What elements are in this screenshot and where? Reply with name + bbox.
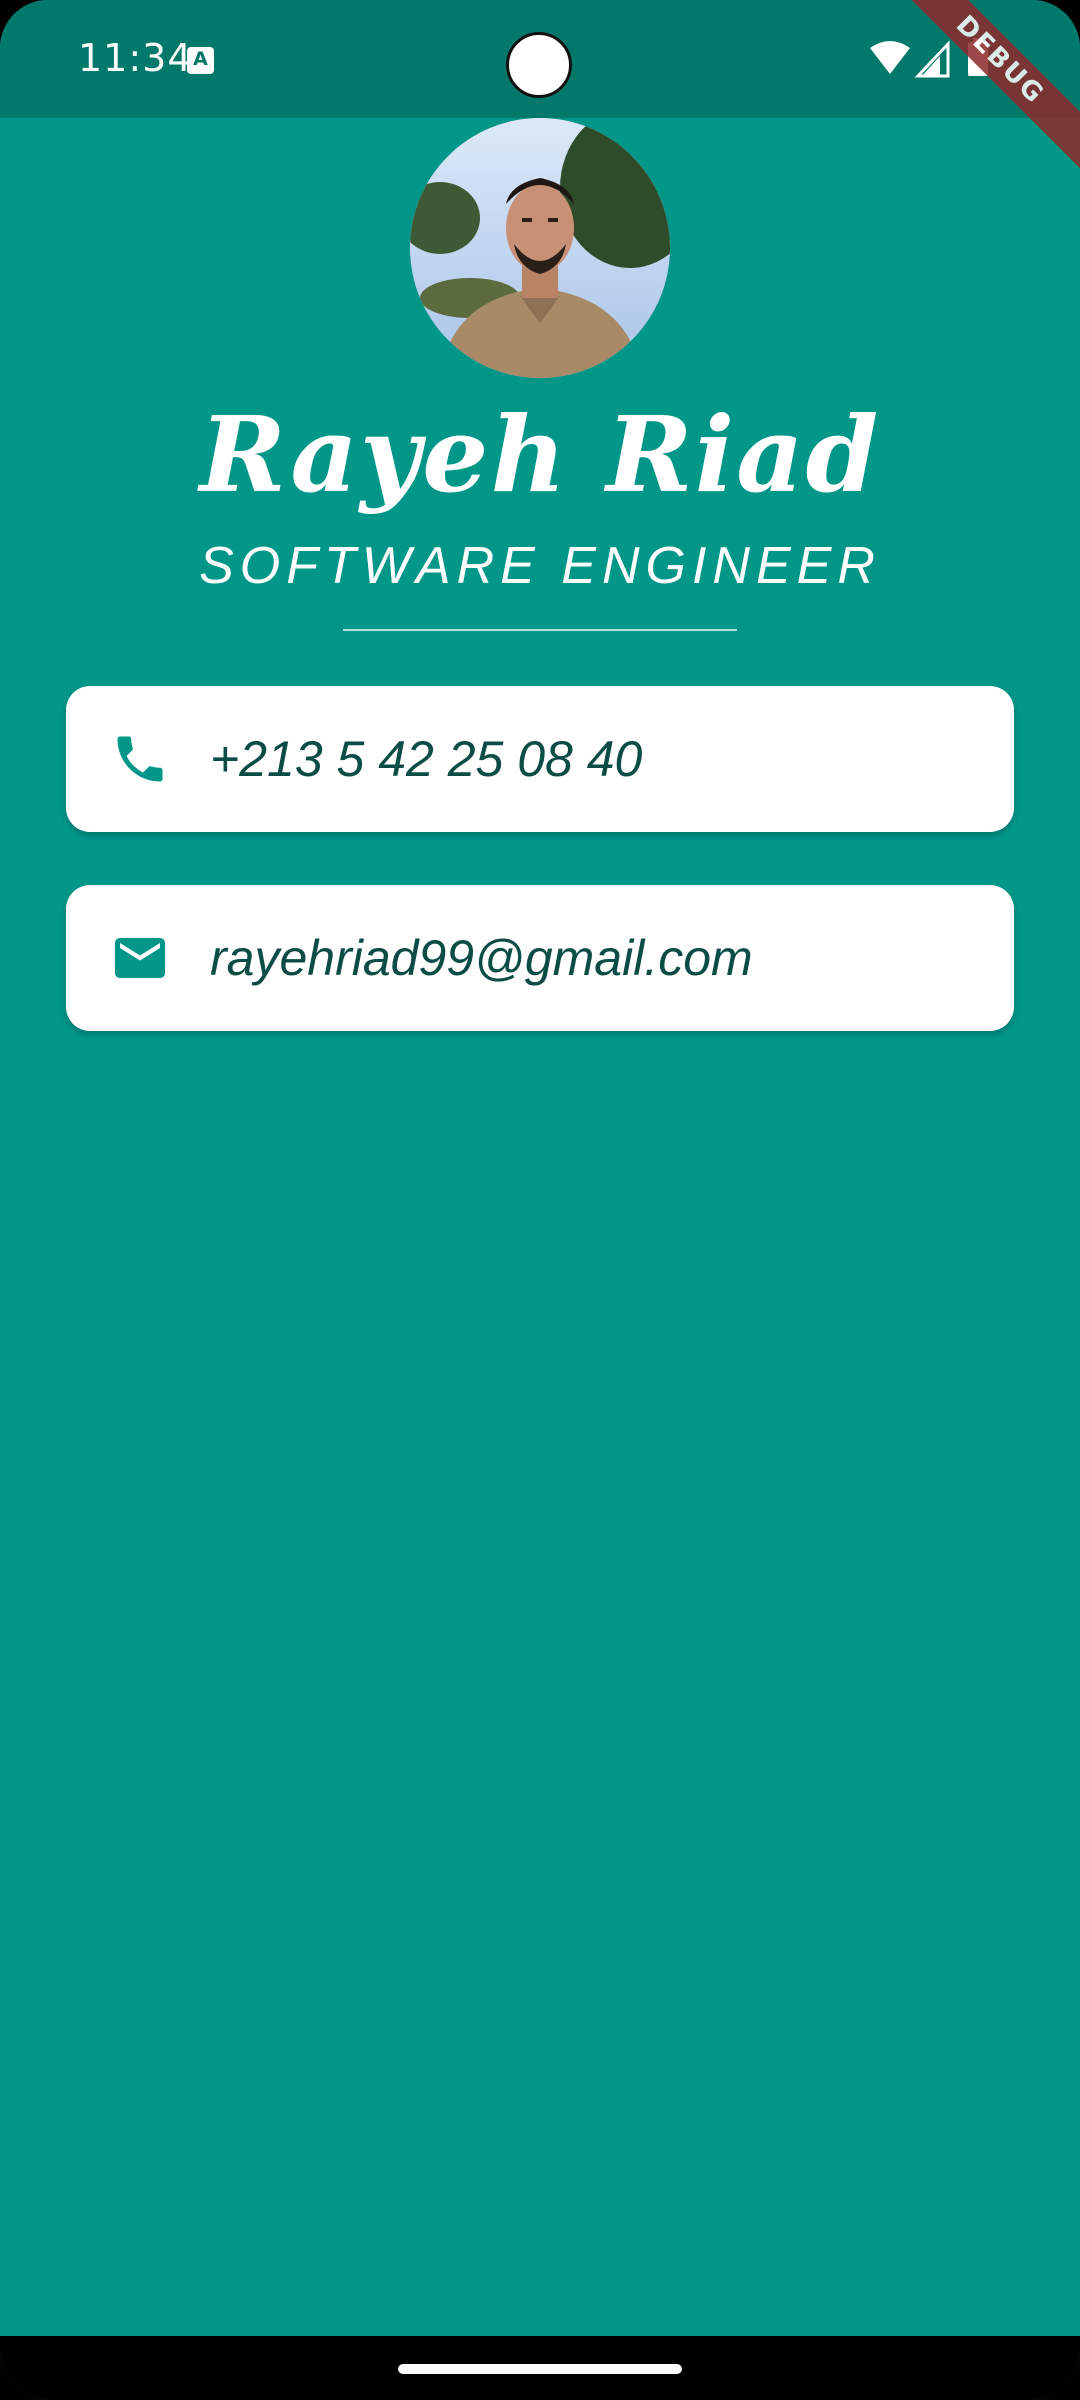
mail-icon: [115, 938, 165, 978]
camera-cutout: [506, 32, 572, 98]
navigation-bar: [0, 2336, 1080, 2400]
phone-icon: [117, 736, 163, 782]
phone-card[interactable]: +213 5 42 25 08 40: [66, 686, 1014, 832]
email-address: rayehriad99@gmail.com: [210, 930, 753, 986]
email-card[interactable]: rayehriad99@gmail.com: [66, 885, 1014, 1031]
profile-avatar: [410, 118, 670, 378]
home-indicator[interactable]: [398, 2364, 682, 2374]
status-time: 11:34: [78, 36, 193, 80]
profile-photo: [410, 118, 670, 378]
status-bar: 11:34 A: [0, 0, 1080, 118]
a-icon-letter: A: [193, 48, 208, 70]
wifi-icon: [870, 41, 910, 74]
profile-name: Rayeh Riad: [199, 393, 881, 516]
app-screen: 11:34 A DEBUG Rayeh Riad SOFTWARE ENGINE…: [0, 0, 1080, 2400]
a-icon: A: [187, 47, 214, 74]
divider: [343, 629, 737, 631]
profile-title: SOFTWARE ENGINEER: [199, 537, 881, 595]
phone-number: +213 5 42 25 08 40: [210, 731, 643, 787]
signal-icon-fill: [922, 56, 940, 76]
